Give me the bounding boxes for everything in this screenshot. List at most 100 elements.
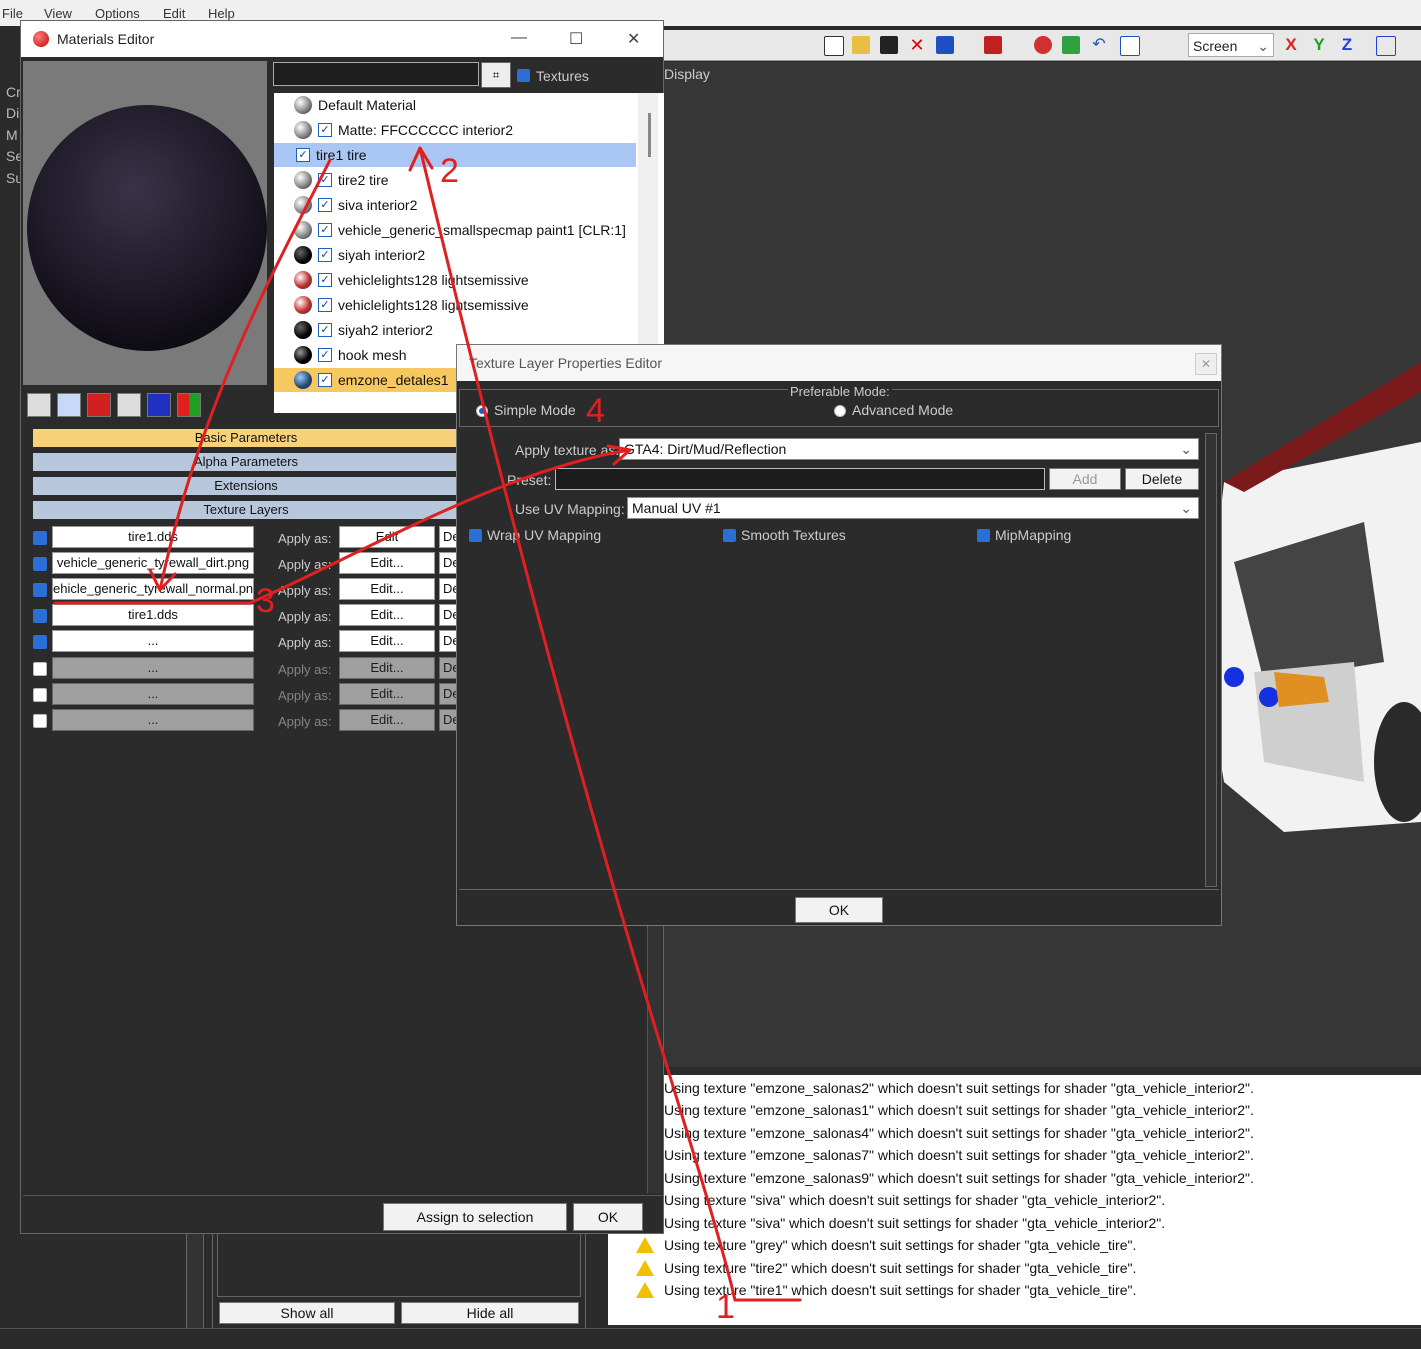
preset-input[interactable]	[555, 468, 1045, 490]
apply-texture-select[interactable]: GTA4: Dirt/Mud/Reflection ⌄	[619, 438, 1199, 460]
ok-button[interactable]: OK	[795, 897, 883, 923]
layer-checkbox[interactable]	[33, 688, 47, 702]
layer-texture-name[interactable]: ...	[52, 630, 254, 652]
new-file-icon[interactable]	[824, 36, 844, 56]
material-checkbox[interactable]: ✓	[318, 298, 332, 312]
open-folder-icon[interactable]	[852, 36, 870, 54]
material-preview[interactable]	[23, 61, 267, 385]
layer-texture-name[interactable]: tire1.dds	[52, 604, 254, 626]
material-checkbox[interactable]: ✓	[318, 248, 332, 262]
layer-checkbox[interactable]	[33, 635, 47, 649]
add-button[interactable]: Add	[1049, 468, 1121, 490]
material-icon[interactable]	[1034, 36, 1052, 54]
layer-edit-button[interactable]: Edit...	[339, 709, 435, 731]
object-list[interactable]	[217, 1233, 581, 1297]
layer-edit-button[interactable]: Edit...	[339, 552, 435, 574]
layer-texture-name[interactable]: tire1.dds	[52, 526, 254, 548]
menu-options[interactable]: Options	[95, 6, 140, 21]
close-icon[interactable]: ✕	[1195, 353, 1217, 375]
rollout-basic-parameters[interactable]: Basic Parameters	[33, 429, 459, 447]
save-icon[interactable]	[880, 36, 898, 54]
ok-button[interactable]: OK	[573, 1203, 643, 1231]
layer-checkbox[interactable]	[33, 714, 47, 728]
layer-texture-name[interactable]: ...	[52, 683, 254, 705]
menu-help[interactable]: Help	[208, 6, 235, 21]
log-panel[interactable]: Using texture "emzone_salonas2" which do…	[608, 1075, 1421, 1325]
close-icon[interactable]: ✕	[627, 29, 640, 49]
maximize-icon[interactable]: ☐	[569, 29, 583, 49]
show-all-button[interactable]: Show all	[219, 1302, 395, 1324]
lower-scrollbar[interactable]	[186, 1232, 204, 1330]
layer-edit-button[interactable]: Edit...	[339, 657, 435, 679]
delete-button[interactable]: Delete	[1125, 468, 1199, 490]
layer-edit-button[interactable]: Edit...	[339, 604, 435, 626]
color-icon[interactable]	[177, 393, 201, 417]
uv-mapping-select[interactable]: Manual UV #1 ⌄	[627, 497, 1199, 519]
layer-edit-button[interactable]: Edit	[339, 526, 435, 548]
layer-texture-name[interactable]: ehicle_generic_tyrewall_normal.pn	[52, 578, 254, 600]
log-icon[interactable]	[1120, 36, 1140, 56]
rollout-extensions[interactable]: Extensions	[33, 477, 459, 495]
layer-edit-button[interactable]: Edit...	[339, 630, 435, 652]
delete-icon[interactable]: ✕	[908, 36, 926, 54]
editor-scrollbar[interactable]	[1205, 433, 1217, 887]
space-combo[interactable]: Screen ⌄	[1188, 33, 1274, 57]
layer-checkbox[interactable]	[33, 583, 47, 597]
material-checkbox[interactable]: ✓	[318, 273, 332, 287]
material-checkbox[interactable]: ✓	[318, 173, 332, 187]
left-strip-item[interactable]: Di	[6, 105, 19, 121]
hide-all-button[interactable]: Hide all	[401, 1302, 579, 1324]
layer-checkbox[interactable]	[33, 557, 47, 571]
layer-checkbox[interactable]	[33, 609, 47, 623]
delete-material-icon[interactable]	[87, 393, 111, 417]
layer-texture-name[interactable]: ...	[52, 657, 254, 679]
list-item[interactable]: ✓ siyah interior2	[274, 243, 636, 267]
axis-y-button[interactable]: Y	[1310, 36, 1328, 54]
play-icon[interactable]	[147, 393, 171, 417]
simple-mode-radio[interactable]	[476, 405, 488, 417]
menu-edit[interactable]: Edit	[163, 6, 185, 21]
rollout-alpha-parameters[interactable]: Alpha Parameters	[33, 453, 459, 471]
menu-file[interactable]: File	[2, 6, 23, 21]
list-item-selected[interactable]: ✓ tire1 tire	[274, 143, 636, 167]
material-checkbox[interactable]: ✓	[318, 123, 332, 137]
wrap-uv-checkbox[interactable]	[469, 529, 482, 542]
new-material-icon[interactable]	[27, 393, 51, 417]
material-checkbox[interactable]: ✓	[318, 223, 332, 237]
rollout-texture-layers[interactable]: Texture Layers	[33, 501, 459, 519]
mipmapping-checkbox[interactable]	[977, 529, 990, 542]
minimize-icon[interactable]: —	[511, 29, 527, 47]
layer-texture-name[interactable]: vehicle_generic_tyrewall_dirt.png	[52, 552, 254, 574]
layer-edit-button[interactable]: Edit...	[339, 683, 435, 705]
material-checkbox[interactable]: ✓	[318, 198, 332, 212]
left-strip-item[interactable]: M	[6, 127, 18, 143]
texture-icon[interactable]	[1062, 36, 1080, 54]
assign-to-selection-button[interactable]: Assign to selection	[383, 1203, 567, 1231]
filter-icon[interactable]: ⌗	[481, 62, 511, 88]
layer-checkbox[interactable]	[33, 662, 47, 676]
textures-checkbox[interactable]	[517, 69, 530, 82]
materials-editor-titlebar[interactable]: Materials Editor — ☐ ✕	[21, 21, 663, 57]
duplicate-icon[interactable]	[117, 393, 141, 417]
gizmo-icon[interactable]	[1376, 36, 1396, 56]
export-icon[interactable]	[984, 36, 1002, 54]
list-item[interactable]: ✓ siyah2 interior2	[274, 318, 636, 342]
list-item[interactable]: ✓ vehiclelights128 lightsemissive	[274, 293, 636, 317]
material-checkbox[interactable]: ✓	[318, 323, 332, 337]
left-strip-item[interactable]: Cr	[6, 84, 21, 100]
layer-checkbox[interactable]	[33, 531, 47, 545]
import-icon[interactable]	[936, 36, 954, 54]
layer-edit-button[interactable]: Edit...	[339, 578, 435, 600]
list-item[interactable]: ✓ tire2 tire	[274, 168, 636, 192]
list-item[interactable]: ✓ Matte: FFCCCCCC interior2	[274, 118, 636, 142]
material-checkbox[interactable]: ✓	[318, 373, 332, 387]
material-checkbox[interactable]: ✓	[318, 348, 332, 362]
smooth-textures-checkbox[interactable]	[723, 529, 736, 542]
axis-z-button[interactable]: Z	[1338, 36, 1356, 54]
layer-texture-name[interactable]: ...	[52, 709, 254, 731]
axis-x-button[interactable]: X	[1282, 36, 1300, 54]
list-item[interactable]: ✓ vehicle_generic_smallspecmap paint1 [CL…	[274, 218, 636, 242]
undo-icon[interactable]: ↶	[1090, 36, 1108, 54]
menu-view[interactable]: View	[44, 6, 72, 21]
texture-layer-editor-titlebar[interactable]: Texture Layer Properties Editor ✕	[457, 345, 1221, 381]
